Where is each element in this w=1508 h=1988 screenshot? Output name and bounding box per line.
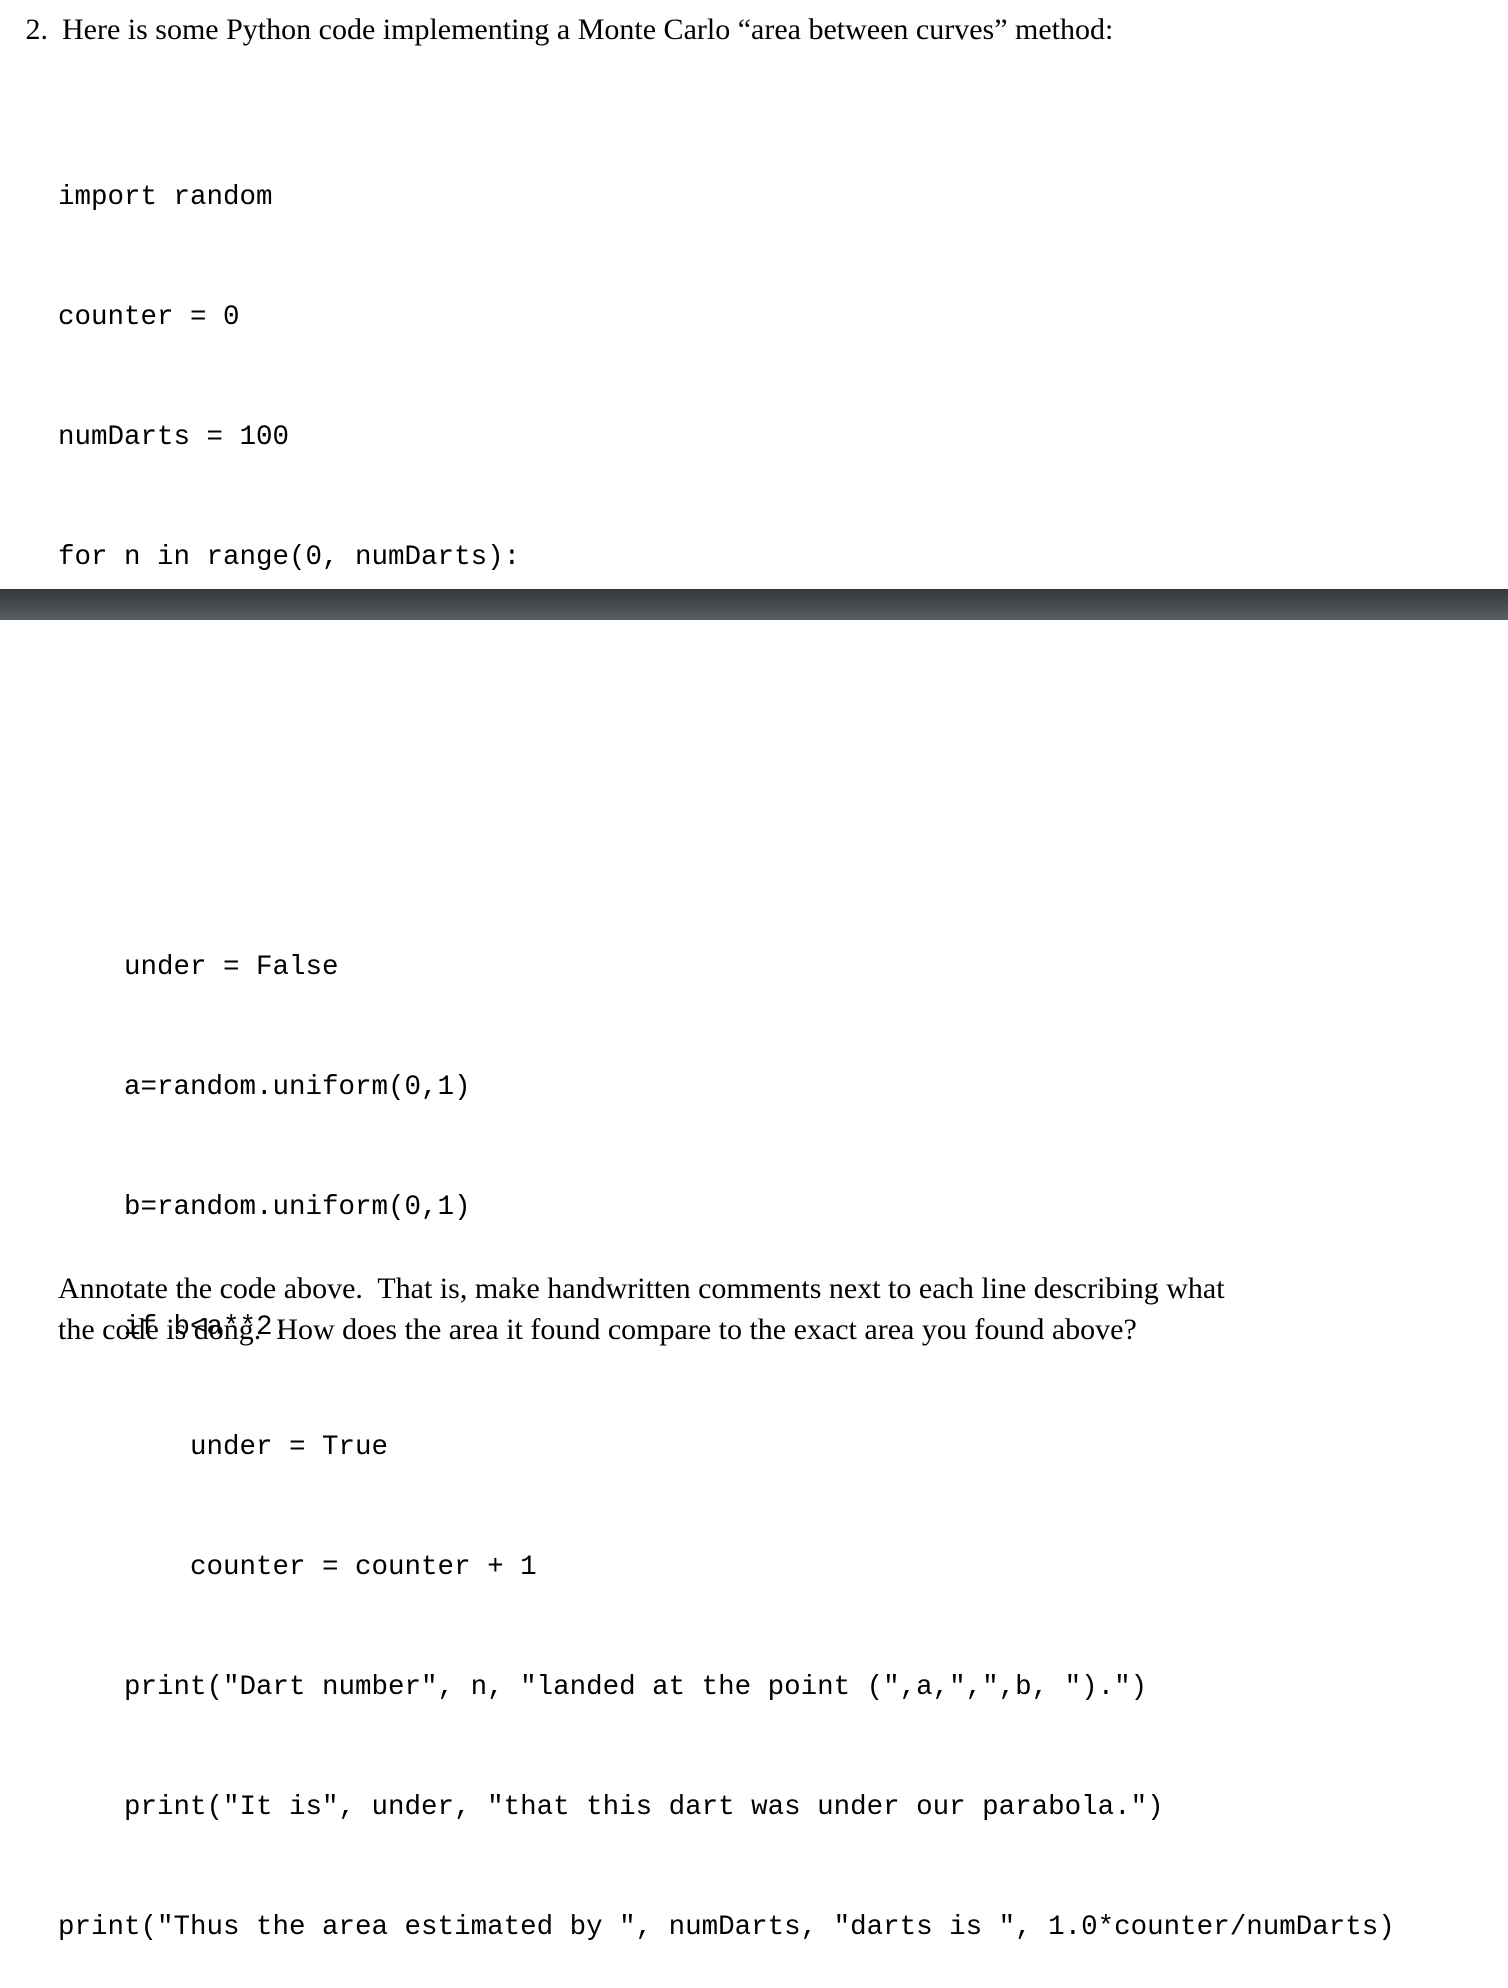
scan-shadow-bar xyxy=(0,589,1508,620)
code-line: print("Thus the area estimated by ", num… xyxy=(58,1912,1395,1943)
code-line: counter = 0 xyxy=(58,302,240,333)
code-block-top: import random counter = 0 numDarts = 100… xyxy=(58,98,520,618)
code-line: b=random.uniform(0,1) xyxy=(58,1192,471,1223)
closing-line-1: Annotate the code above. That is, make h… xyxy=(58,1272,1225,1305)
code-line: print("Dart number", n, "landed at the p… xyxy=(58,1672,1148,1703)
code-line: print("It is", under, "that this dart wa… xyxy=(58,1792,1164,1823)
closing-line-2: the code is dong. How does the area it f… xyxy=(58,1313,1137,1346)
code-line: under = False xyxy=(58,952,339,983)
closing-paragraph: Annotate the code above. That is, make h… xyxy=(58,1268,1488,1350)
code-line: counter = counter + 1 xyxy=(58,1552,537,1583)
problem-item: 2. Here is some Python code implementing… xyxy=(0,8,1508,52)
code-line: under = True xyxy=(58,1432,389,1463)
code-block-bottom: under = False a=random.uniform(0,1) b=ra… xyxy=(58,868,1395,1988)
code-line: a=random.uniform(0,1) xyxy=(58,1072,471,1103)
problem-prompt: Here is some Python code implementing a … xyxy=(62,13,1114,46)
code-line: for n in range(0, numDarts): xyxy=(58,542,521,573)
code-line: import random xyxy=(58,182,273,213)
problem-number: 2. xyxy=(25,13,49,46)
code-line: numDarts = 100 xyxy=(58,422,290,453)
